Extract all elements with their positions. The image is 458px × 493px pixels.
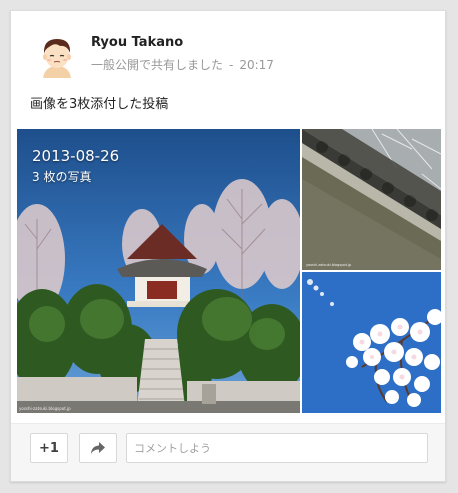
photo-watermark-small: yosshi-zatsuki.blogspot.jp: [306, 263, 352, 267]
post-meta: 一般公開で共有しました -20:17: [91, 56, 274, 73]
comment-input[interactable]: [126, 433, 428, 463]
roof-photo-image: [302, 129, 441, 270]
plus-one-button[interactable]: +1: [30, 433, 68, 463]
share-button[interactable]: [79, 433, 117, 463]
photo-watermark: yosshi-zatsuki.blogspot.jp: [19, 406, 71, 411]
post-card: Ryou Takano 一般公開で共有しました -20:17 画像を3枚添付した投…: [10, 10, 446, 482]
author-name[interactable]: Ryou Takano: [91, 35, 183, 50]
album-photo-blossoms[interactable]: [302, 272, 441, 413]
visibility-label: 一般公開で共有しました: [91, 58, 224, 72]
meta-separator: -: [229, 58, 234, 72]
post-timestamp[interactable]: 20:17: [239, 58, 274, 72]
photo-album: 2013-08-26 3 枚の写真 yosshi-zatsuki.blogspo…: [17, 129, 441, 413]
post-text: 画像を3枚添付した投稿: [30, 97, 169, 112]
blossom-photo-image: [302, 272, 441, 413]
album-date: 2013-08-26: [32, 147, 120, 165]
author-avatar[interactable]: [33, 30, 81, 78]
album-photo-temple[interactable]: 2013-08-26 3 枚の写真 yosshi-zatsuki.blogspo…: [17, 129, 300, 413]
avatar-illustration: [33, 30, 81, 78]
album-photo-roof[interactable]: yosshi-zatsuki.blogspot.jp: [302, 129, 441, 270]
share-arrow-icon: [91, 442, 105, 454]
album-photo-count: 3 枚の写真: [32, 170, 92, 184]
